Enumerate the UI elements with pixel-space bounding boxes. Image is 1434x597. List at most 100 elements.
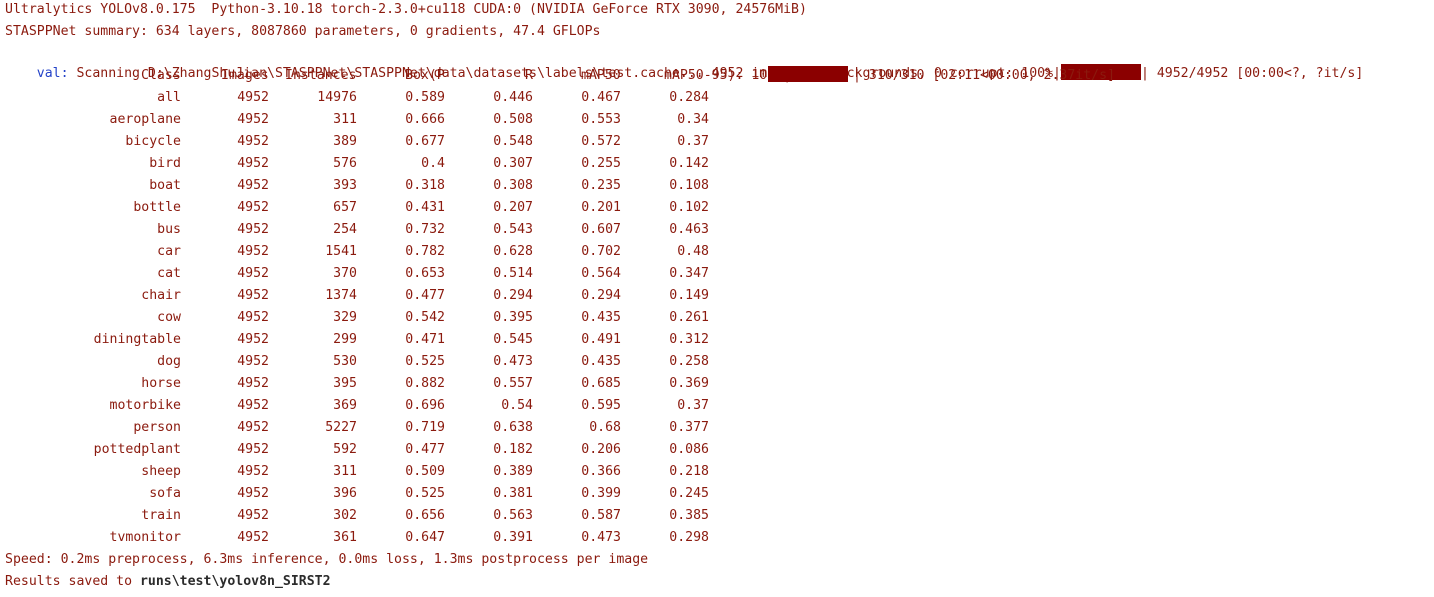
cell-map50-95: 0.245 [669, 486, 709, 501]
cell-instances: 299 [333, 332, 357, 347]
model-summary-line: STASPPNet summary: 634 layers, 8087860 p… [5, 24, 601, 39]
cell-class: boat [149, 178, 181, 193]
table-row: sofa 4952 396 0.525 0.381 0.399 0.245 [5, 484, 1430, 506]
cell-map50: 0.595 [581, 398, 621, 413]
table-row: bicycle 4952 389 0.677 0.548 0.572 0.37 [5, 132, 1430, 154]
cell-map50-95: 0.347 [669, 266, 709, 281]
cell-precision: 0.666 [405, 112, 445, 127]
cell-map50-95: 0.284 [669, 90, 709, 105]
col-images: Images [221, 68, 269, 83]
cell-map50: 0.366 [581, 464, 621, 479]
cell-images: 4952 [237, 90, 269, 105]
cell-instances: 396 [333, 486, 357, 501]
cell-map50: 0.68 [589, 420, 621, 435]
cell-instances: 657 [333, 200, 357, 215]
table-header: Class Images Instances Box(P R mAP50 mAP… [5, 66, 1430, 88]
table-row: car 4952 1541 0.782 0.628 0.702 0.48 [5, 242, 1430, 264]
cell-class: cow [157, 310, 181, 325]
table-row: motorbike 4952 369 0.696 0.54 0.595 0.37 [5, 396, 1430, 418]
cell-precision: 0.525 [405, 486, 445, 501]
cell-recall: 0.548 [493, 134, 533, 149]
speed-line: Speed: 0.2ms preprocess, 6.3ms inference… [5, 552, 649, 567]
cell-map50: 0.607 [581, 222, 621, 237]
cell-instances: 530 [333, 354, 357, 369]
cell-recall: 0.391 [493, 530, 533, 545]
col-box-p: Box(P [405, 68, 445, 83]
cell-images: 4952 [237, 486, 269, 501]
cell-precision: 0.477 [405, 442, 445, 457]
cell-precision: 0.318 [405, 178, 445, 193]
cell-map50-95: 0.258 [669, 354, 709, 369]
cell-instances: 14976 [317, 90, 357, 105]
cell-map50-95: 0.369 [669, 376, 709, 391]
table-row: cow 4952 329 0.542 0.395 0.435 0.261 [5, 308, 1430, 330]
cell-instances: 592 [333, 442, 357, 457]
cell-map50-95: 0.312 [669, 332, 709, 347]
cell-map50: 0.435 [581, 354, 621, 369]
cell-images: 4952 [237, 354, 269, 369]
cell-images: 4952 [237, 376, 269, 391]
cell-map50: 0.702 [581, 244, 621, 259]
cell-class: bicycle [125, 134, 181, 149]
cell-map50-95: 0.463 [669, 222, 709, 237]
cell-map50: 0.553 [581, 112, 621, 127]
cell-recall: 0.446 [493, 90, 533, 105]
cell-class: motorbike [109, 398, 181, 413]
cell-recall: 0.294 [493, 288, 533, 303]
cell-map50-95: 0.149 [669, 288, 709, 303]
cell-precision: 0.696 [405, 398, 445, 413]
cell-recall: 0.389 [493, 464, 533, 479]
cell-map50-95: 0.385 [669, 508, 709, 523]
cell-recall: 0.182 [493, 442, 533, 457]
results-path: runs\test\yolov8n_SIRST2 [139, 574, 331, 589]
cell-instances: 370 [333, 266, 357, 281]
table-row: pottedplant 4952 592 0.477 0.182 0.206 0.086 [5, 440, 1430, 462]
results-line: Results saved to runs\test\yolov8n_SIRST… [5, 572, 1430, 594]
cell-recall: 0.563 [493, 508, 533, 523]
cell-class: pottedplant [93, 442, 181, 457]
cell-map50: 0.255 [581, 156, 621, 171]
cell-instances: 1541 [325, 244, 357, 259]
table-row: boat 4952 393 0.318 0.308 0.235 0.108 [5, 176, 1430, 198]
col-r: R [525, 68, 533, 83]
cell-map50-95: 0.37 [677, 398, 709, 413]
cell-recall: 0.381 [493, 486, 533, 501]
cell-instances: 393 [333, 178, 357, 193]
cell-map50: 0.294 [581, 288, 621, 303]
cell-recall: 0.514 [493, 266, 533, 281]
col-map50: mAP50 [581, 68, 621, 83]
cell-instances: 369 [333, 398, 357, 413]
cell-class: chair [141, 288, 181, 303]
env-line: Ultralytics YOLOv8.0.175 Python-3.10.18 … [5, 2, 807, 17]
cell-precision: 0.677 [405, 134, 445, 149]
cell-class: horse [141, 376, 181, 391]
cell-recall: 0.308 [493, 178, 533, 193]
cell-images: 4952 [237, 134, 269, 149]
cell-class: person [133, 420, 181, 435]
cell-map50-95: 0.48 [677, 244, 709, 259]
cell-map50: 0.235 [581, 178, 621, 193]
cell-instances: 395 [333, 376, 357, 391]
cell-recall: 0.628 [493, 244, 533, 259]
cell-class: sofa [149, 486, 181, 501]
cell-class: aeroplane [109, 112, 181, 127]
table-row: bird 4952 576 0.4 0.307 0.255 0.142 [5, 154, 1430, 176]
cell-images: 4952 [237, 112, 269, 127]
cell-precision: 0.471 [405, 332, 445, 347]
cell-recall: 0.54 [501, 398, 533, 413]
cell-map50-95: 0.377 [669, 420, 709, 435]
cell-instances: 254 [333, 222, 357, 237]
cell-images: 4952 [237, 464, 269, 479]
cell-precision: 0.477 [405, 288, 445, 303]
console-output: Ultralytics YOLOv8.0.175 Python-3.10.18 … [5, 0, 1430, 594]
table-row: chair 4952 1374 0.477 0.294 0.294 0.149 [5, 286, 1430, 308]
cell-map50: 0.685 [581, 376, 621, 391]
table-row: sheep 4952 311 0.509 0.389 0.366 0.218 [5, 462, 1430, 484]
cell-map50: 0.399 [581, 486, 621, 501]
cell-map50-95: 0.086 [669, 442, 709, 457]
cell-images: 4952 [237, 508, 269, 523]
cell-precision: 0.4 [421, 156, 445, 171]
eval-progress-bar [768, 66, 848, 82]
cell-class: bottle [133, 200, 181, 215]
cell-map50-95: 0.102 [669, 200, 709, 215]
